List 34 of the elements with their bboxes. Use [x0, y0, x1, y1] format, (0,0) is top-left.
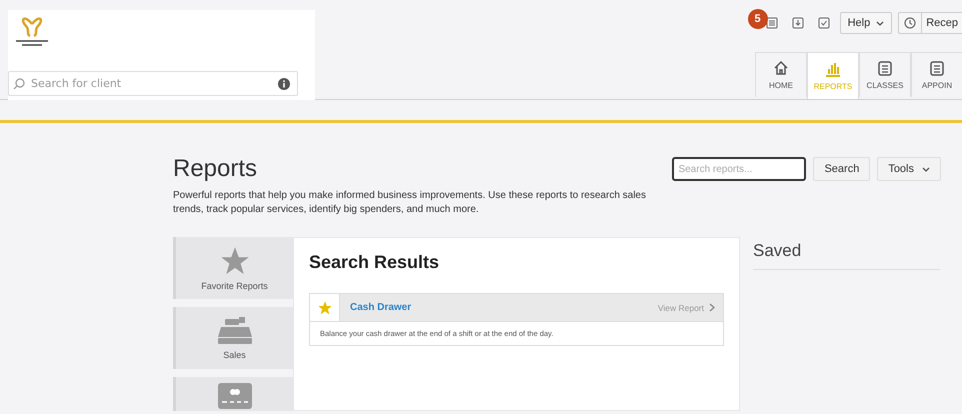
cash-register-icon — [216, 316, 252, 344]
star-icon — [220, 246, 250, 276]
nav-tab[interactable]: HOME — [755, 52, 807, 97]
chevron-right-icon — [709, 303, 715, 312]
clock-icon — [904, 17, 916, 29]
nav-tab[interactable]: APPOIN — [911, 52, 962, 97]
credit-card-icon — [218, 383, 252, 409]
download-icon[interactable] — [792, 17, 804, 29]
page-title: Reports — [173, 155, 258, 183]
results-heading: Search Results — [309, 252, 440, 273]
category-tile[interactable]: Favorite Reports — [173, 237, 293, 299]
chevron-icon — [876, 20, 884, 26]
calendar-icon — [929, 60, 945, 76]
page-description: Powerful reports that help you make informed business improvements. Use these reports to research sales trends, track popular services, identify big spenders, and much more. — [173, 189, 647, 217]
report-search-field[interactable]: Search reports... — [672, 157, 806, 181]
notification-badge[interactable]: 5 — [748, 9, 768, 29]
search-button[interactable]: Search — [813, 157, 870, 181]
info-icon[interactable] — [278, 78, 290, 90]
star-icon[interactable] — [318, 302, 330, 314]
category-tile[interactable]: Sales — [173, 307, 293, 369]
document-icon[interactable] — [766, 17, 778, 29]
calendar-icon — [877, 60, 893, 76]
tools-button[interactable]: Tools — [877, 157, 941, 181]
chevron-icon — [922, 166, 930, 172]
help-button[interactable]: Help — [840, 12, 892, 34]
role-button[interactable]: Recep — [898, 12, 962, 34]
bar-chart-icon — [825, 61, 841, 77]
saved-heading: Saved — [753, 241, 940, 270]
client-search-field[interactable]: Search for client — [8, 71, 298, 96]
checkbox-icon[interactable] — [818, 17, 830, 29]
home-icon — [773, 60, 789, 76]
search-icon — [13, 78, 25, 90]
nav-tab[interactable]: CLASSES — [859, 52, 911, 97]
category-tile[interactable] — [173, 377, 293, 411]
